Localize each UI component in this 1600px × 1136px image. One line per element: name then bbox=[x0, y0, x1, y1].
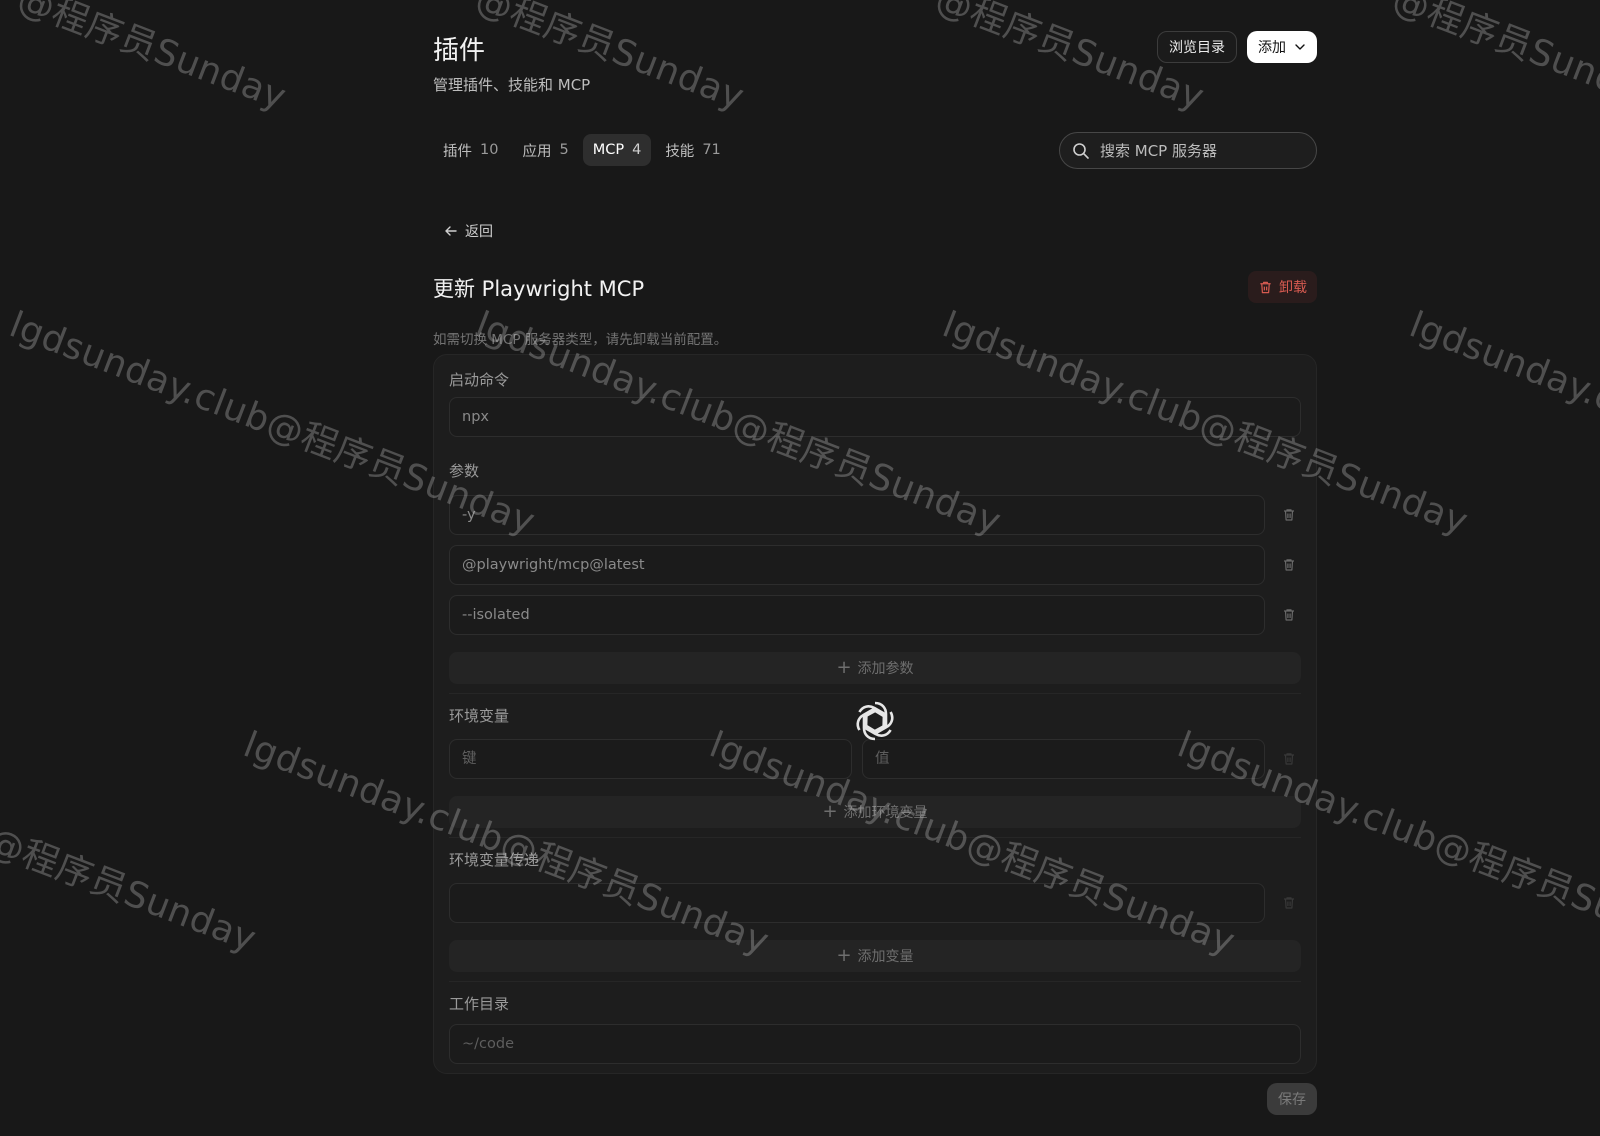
add-button[interactable]: 添加 bbox=[1247, 31, 1317, 63]
arg-field-1[interactable] bbox=[449, 495, 1265, 535]
search-icon bbox=[1073, 142, 1089, 159]
arg-field-3[interactable] bbox=[449, 595, 1265, 635]
tab-count: 5 bbox=[559, 142, 569, 158]
arg-field-2[interactable] bbox=[449, 545, 1265, 585]
tab-label: 应用 bbox=[522, 143, 552, 160]
tab-mcp[interactable]: MCP 4 bbox=[582, 134, 652, 166]
add-arg-button[interactable]: + 添加参数 bbox=[449, 652, 1301, 684]
add-button-label: 添加 bbox=[1258, 40, 1286, 56]
add-env-button[interactable]: + 添加环境变量 bbox=[449, 796, 1301, 828]
delete-arg-button[interactable] bbox=[1281, 557, 1297, 573]
watermark: @程序员Sunday bbox=[12, 0, 292, 119]
env-value-input[interactable] bbox=[875, 740, 1264, 778]
tab-label: 技能 bbox=[665, 143, 695, 160]
search-box[interactable] bbox=[1059, 132, 1317, 169]
add-passthrough-button[interactable]: + 添加变量 bbox=[449, 940, 1301, 972]
cwd-input[interactable] bbox=[462, 1025, 1300, 1063]
uninstall-button[interactable]: 卸载 bbox=[1248, 271, 1317, 303]
args-label: 参数 bbox=[449, 462, 480, 480]
add-env-label: 添加环境变量 bbox=[843, 805, 928, 821]
divider bbox=[449, 981, 1301, 982]
uninstall-label: 卸载 bbox=[1279, 280, 1307, 296]
plus-icon: + bbox=[836, 945, 852, 966]
arg-input[interactable] bbox=[462, 596, 1264, 634]
tab-apps[interactable]: 应用 5 bbox=[512, 134, 578, 166]
trash-icon bbox=[1260, 281, 1271, 293]
trash-icon bbox=[1284, 509, 1294, 521]
add-arg-label: 添加参数 bbox=[857, 661, 914, 677]
env-key-field[interactable] bbox=[449, 739, 852, 779]
trash-icon bbox=[1284, 897, 1294, 909]
switch-type-hint: 如需切换 MCP 服务器类型，请先卸载当前配置。 bbox=[433, 332, 728, 348]
tab-plugins[interactable]: 插件 10 bbox=[433, 134, 508, 166]
page-subtitle: 管理插件、技能和 MCP bbox=[433, 76, 591, 94]
delete-env-button[interactable] bbox=[1281, 751, 1297, 767]
env-label: 环境变量 bbox=[449, 707, 510, 725]
plus-icon: + bbox=[822, 801, 838, 822]
arrow-left-icon bbox=[445, 226, 457, 236]
arg-input[interactable] bbox=[462, 546, 1264, 584]
trash-icon bbox=[1284, 609, 1294, 621]
divider bbox=[449, 837, 1301, 838]
back-label: 返回 bbox=[465, 224, 493, 240]
arg-input[interactable] bbox=[462, 496, 1264, 534]
tab-label: MCP bbox=[592, 142, 625, 158]
add-passthrough-label: 添加变量 bbox=[857, 949, 914, 965]
tab-count: 10 bbox=[480, 142, 499, 158]
save-button[interactable]: 保存 bbox=[1267, 1083, 1317, 1115]
delete-arg-button[interactable] bbox=[1281, 507, 1297, 523]
chevron-down-icon bbox=[1295, 44, 1305, 50]
command-label: 启动命令 bbox=[449, 371, 510, 389]
watermark: @程序员Sunday bbox=[0, 820, 262, 961]
delete-arg-button[interactable] bbox=[1281, 607, 1297, 623]
trash-icon bbox=[1284, 753, 1294, 765]
command-field[interactable] bbox=[449, 397, 1301, 437]
browse-catalog-button[interactable]: 浏览目录 bbox=[1157, 31, 1237, 63]
header-actions: 浏览目录 添加 bbox=[1157, 31, 1317, 63]
env-passthrough-field[interactable] bbox=[449, 883, 1265, 923]
plugins-page: 插件 管理插件、技能和 MCP 浏览目录 添加 插件 10 应用 5 MCP 4… bbox=[433, 0, 1317, 1136]
env-passthrough-label: 环境变量传递 bbox=[449, 851, 540, 869]
delete-passthrough-button[interactable] bbox=[1281, 895, 1297, 911]
watermark: lgdsunday.club@程序员Sunday bbox=[1404, 304, 1600, 543]
page-title: 插件 bbox=[433, 36, 486, 66]
env-passthrough-input[interactable] bbox=[462, 884, 1264, 922]
back-link[interactable]: 返回 bbox=[443, 221, 493, 241]
tab-count: 71 bbox=[702, 142, 721, 158]
detail-title: 更新 Playwright MCP bbox=[433, 277, 645, 301]
search-input[interactable] bbox=[1100, 141, 1300, 160]
env-value-field[interactable] bbox=[862, 739, 1265, 779]
tab-label: 插件 bbox=[443, 143, 472, 160]
cwd-label: 工作目录 bbox=[449, 995, 510, 1013]
env-key-input[interactable] bbox=[462, 740, 851, 778]
watermark: @程序员Sunday bbox=[1387, 0, 1600, 119]
plus-icon: + bbox=[836, 657, 852, 678]
tab-skills[interactable]: 技能 71 bbox=[655, 134, 730, 166]
openai-logo-icon bbox=[856, 701, 894, 741]
cwd-field[interactable] bbox=[449, 1024, 1301, 1064]
trash-icon bbox=[1284, 559, 1294, 571]
command-input[interactable] bbox=[462, 398, 1300, 436]
tab-count: 4 bbox=[632, 142, 642, 158]
tab-bar: 插件 10 应用 5 MCP 4 技能 71 bbox=[433, 134, 731, 166]
